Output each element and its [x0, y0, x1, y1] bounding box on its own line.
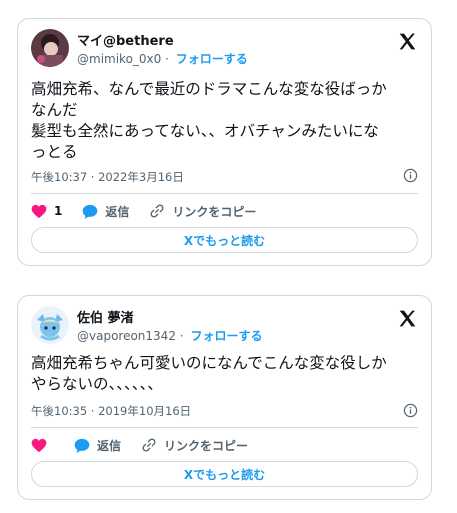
like-count: 1	[54, 204, 63, 218]
info-icon[interactable]	[403, 403, 418, 418]
tweet-text: 高畑充希ちゃん可愛いのになんでこんな変な役しか やらないの、、、、、、	[31, 354, 387, 393]
handle[interactable]: @mimiko_0x0	[77, 52, 161, 66]
follow-button[interactable]: フォローする	[190, 329, 262, 343]
action-bar: 返信 リンクをコピー	[31, 433, 418, 457]
like-button[interactable]: 1	[31, 204, 62, 219]
copy-link-button[interactable]: リンクをコピー	[149, 203, 256, 220]
avatar[interactable]	[31, 306, 69, 344]
divider	[31, 427, 418, 428]
copy-link-label: リンクをコピー	[172, 204, 257, 219]
reply-bubble-icon	[83, 204, 98, 219]
like-button[interactable]	[31, 438, 54, 453]
separator: ·	[165, 52, 169, 66]
link-icon	[150, 204, 164, 218]
display-name[interactable]: 佐伯 夢渚	[77, 307, 134, 326]
info-icon[interactable]	[403, 168, 418, 183]
x-logo-icon[interactable]	[397, 31, 418, 52]
tweet-text: 高畑充希、なんで最近のドラマこんな変な役ばっか なんだ 髪型も全然にあってない、…	[31, 80, 387, 161]
action-bar: 1 返信 リンクをコピー	[31, 199, 418, 223]
handle[interactable]: @vaporeon1342	[77, 329, 176, 343]
timestamp[interactable]: 午後10:37 · 2022年3月16日	[31, 169, 184, 185]
tweet-card: 佐伯 夢渚 @vaporeon1342 · フォローする 高畑充希ちゃん可愛いの…	[17, 295, 432, 500]
heart-icon	[31, 438, 47, 452]
reply-button[interactable]: 返信	[82, 203, 129, 220]
separator: ·	[179, 329, 184, 343]
avatar[interactable]	[31, 29, 69, 67]
x-logo-icon[interactable]	[397, 308, 418, 329]
timestamp[interactable]: 午後10:35 · 2019年10月16日	[31, 403, 191, 419]
follow-button[interactable]: フォローする	[176, 52, 248, 66]
reply-button[interactable]: 返信	[74, 437, 121, 454]
handle-row: @vaporeon1342 · フォローする	[77, 327, 262, 344]
read-more-button[interactable]: Xでもっと読む	[31, 227, 418, 253]
handle-row: @mimiko_0x0 · フォローする	[77, 50, 248, 67]
tweet-card: マイ@bethere @mimiko_0x0 · フォローする 高畑充希、なんで…	[17, 18, 432, 266]
copy-link-button[interactable]: リンクをコピー	[141, 437, 248, 454]
divider	[31, 193, 418, 194]
reply-label: 返信	[97, 438, 122, 453]
display-name[interactable]: マイ@bethere	[77, 30, 174, 49]
read-more-button[interactable]: Xでもっと読む	[31, 461, 418, 487]
reply-label: 返信	[105, 204, 130, 219]
link-icon	[142, 438, 156, 452]
reply-bubble-icon	[74, 438, 90, 453]
heart-icon	[31, 204, 47, 218]
copy-link-label: リンクをコピー	[164, 438, 249, 453]
